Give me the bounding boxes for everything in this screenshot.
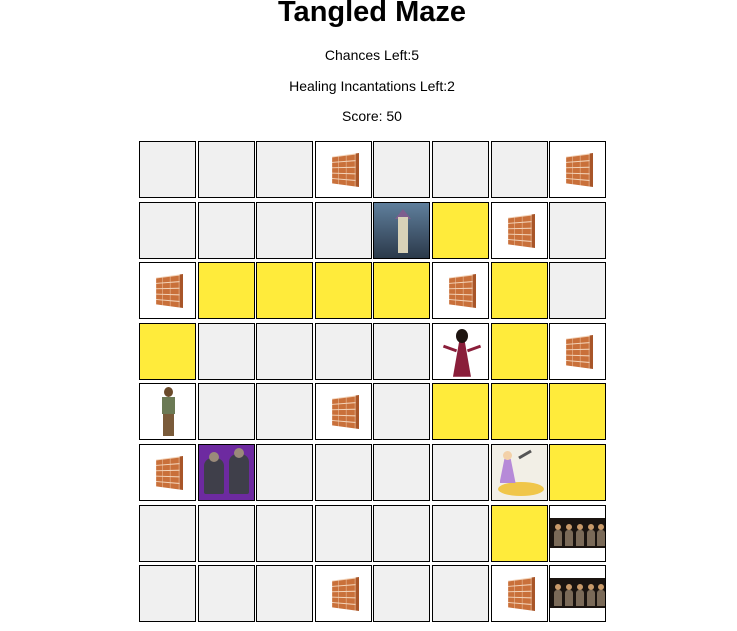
mother-gothel-image [442, 328, 482, 377]
maze-cell-wall[interactable] [490, 565, 548, 623]
maze-cell-path[interactable] [431, 383, 489, 441]
maze-cell-empty[interactable] [139, 565, 196, 623]
maze-cell-path[interactable] [256, 262, 314, 320]
game-title: Tangled Maze [278, 0, 466, 28]
brick-wall-icon [566, 334, 594, 369]
maze-cell-guards[interactable] [549, 565, 607, 623]
maze-cell-empty[interactable] [314, 504, 372, 562]
maze-cell-path[interactable] [490, 383, 548, 441]
maze-cell-path[interactable] [139, 322, 196, 380]
maze-cell-empty[interactable] [197, 383, 255, 441]
maze-cell-empty[interactable] [549, 201, 607, 259]
rapunzel-image [491, 444, 547, 500]
maze-cell-empty[interactable] [256, 201, 314, 259]
brick-wall-icon [331, 153, 359, 187]
maze-cell-flynn[interactable] [139, 383, 196, 441]
maze-cell-empty[interactable] [549, 262, 607, 320]
maze-board [139, 141, 607, 623]
maze-cell-empty[interactable] [373, 383, 431, 441]
maze-cell-path[interactable] [373, 262, 431, 320]
maze-cell-empty[interactable] [314, 201, 372, 259]
chances-left: Chances Left:5 [324, 47, 420, 63]
brick-wall-icon [331, 577, 359, 612]
maze-cell-empty[interactable] [314, 322, 372, 380]
maze-cell-empty[interactable] [197, 504, 255, 562]
maze-cell-wall[interactable] [549, 322, 607, 380]
maze-cell-empty[interactable] [373, 443, 431, 501]
brick-wall-icon [507, 213, 535, 248]
brick-wall-icon [566, 153, 594, 187]
maze-cell-path[interactable] [490, 504, 548, 562]
maze-cell-tower[interactable] [373, 201, 431, 259]
maze-cell-gothel[interactable] [431, 322, 489, 380]
maze-cell-wall[interactable] [139, 443, 196, 501]
tower-image [374, 202, 430, 258]
maze-cell-empty[interactable] [256, 383, 314, 441]
maze-cell-empty[interactable] [431, 565, 489, 623]
guards-image [550, 578, 606, 609]
maze-cell-guards[interactable] [549, 504, 607, 562]
maze-cell-empty[interactable] [314, 443, 372, 501]
maze-cell-empty[interactable] [373, 322, 431, 380]
maze-cell-empty[interactable] [373, 565, 431, 623]
maze-cell-path[interactable] [431, 201, 489, 259]
maze-cell-empty[interactable] [256, 443, 314, 501]
maze-cell-empty[interactable] [256, 565, 314, 623]
maze-cell-empty[interactable] [256, 322, 314, 380]
maze-cell-path[interactable] [314, 262, 372, 320]
maze-cell-empty[interactable] [139, 504, 196, 562]
maze-cell-wall[interactable] [314, 141, 372, 198]
maze-cell-wall[interactable] [314, 565, 372, 623]
score: Score: 50 [342, 108, 402, 124]
maze-cell-empty[interactable] [256, 504, 314, 562]
maze-cell-wall[interactable] [139, 262, 196, 320]
maze-cell-empty[interactable] [197, 201, 255, 259]
maze-cell-empty[interactable] [431, 504, 489, 562]
maze-cell-path[interactable] [490, 322, 548, 380]
maze-cell-empty[interactable] [431, 141, 489, 198]
maze-cell-empty[interactable] [197, 322, 255, 380]
brick-wall-icon [507, 577, 535, 612]
maze-cell-path[interactable] [549, 383, 607, 441]
maze-cell-path[interactable] [490, 262, 548, 320]
maze-cell-path[interactable] [197, 262, 255, 320]
maze-cell-empty[interactable] [139, 201, 196, 259]
brick-wall-icon [156, 274, 184, 309]
maze-cell-path[interactable] [549, 443, 607, 501]
maze-cell-thugs[interactable] [197, 443, 255, 501]
maze-cell-wall[interactable] [431, 262, 489, 320]
brick-wall-icon [156, 455, 184, 490]
maze-cell-empty[interactable] [490, 141, 548, 198]
maze-cell-empty[interactable] [256, 141, 314, 198]
maze-cell-empty[interactable] [139, 141, 196, 198]
brick-wall-icon [331, 395, 359, 430]
flynn-rider-image [160, 387, 176, 437]
guards-image [550, 517, 606, 548]
maze-cell-rapunzel[interactable] [490, 443, 548, 501]
healing-incantations-left: Healing Incantations Left:2 [289, 78, 455, 94]
maze-cell-wall[interactable] [314, 383, 372, 441]
maze-cell-wall[interactable] [549, 141, 607, 198]
maze-cell-empty[interactable] [373, 141, 431, 198]
maze-cell-wall[interactable] [490, 201, 548, 259]
maze-cell-empty[interactable] [431, 443, 489, 501]
maze-cell-empty[interactable] [197, 141, 255, 198]
maze-cell-empty[interactable] [197, 565, 255, 623]
maze-cell-empty[interactable] [373, 504, 431, 562]
brick-wall-icon [449, 274, 476, 309]
